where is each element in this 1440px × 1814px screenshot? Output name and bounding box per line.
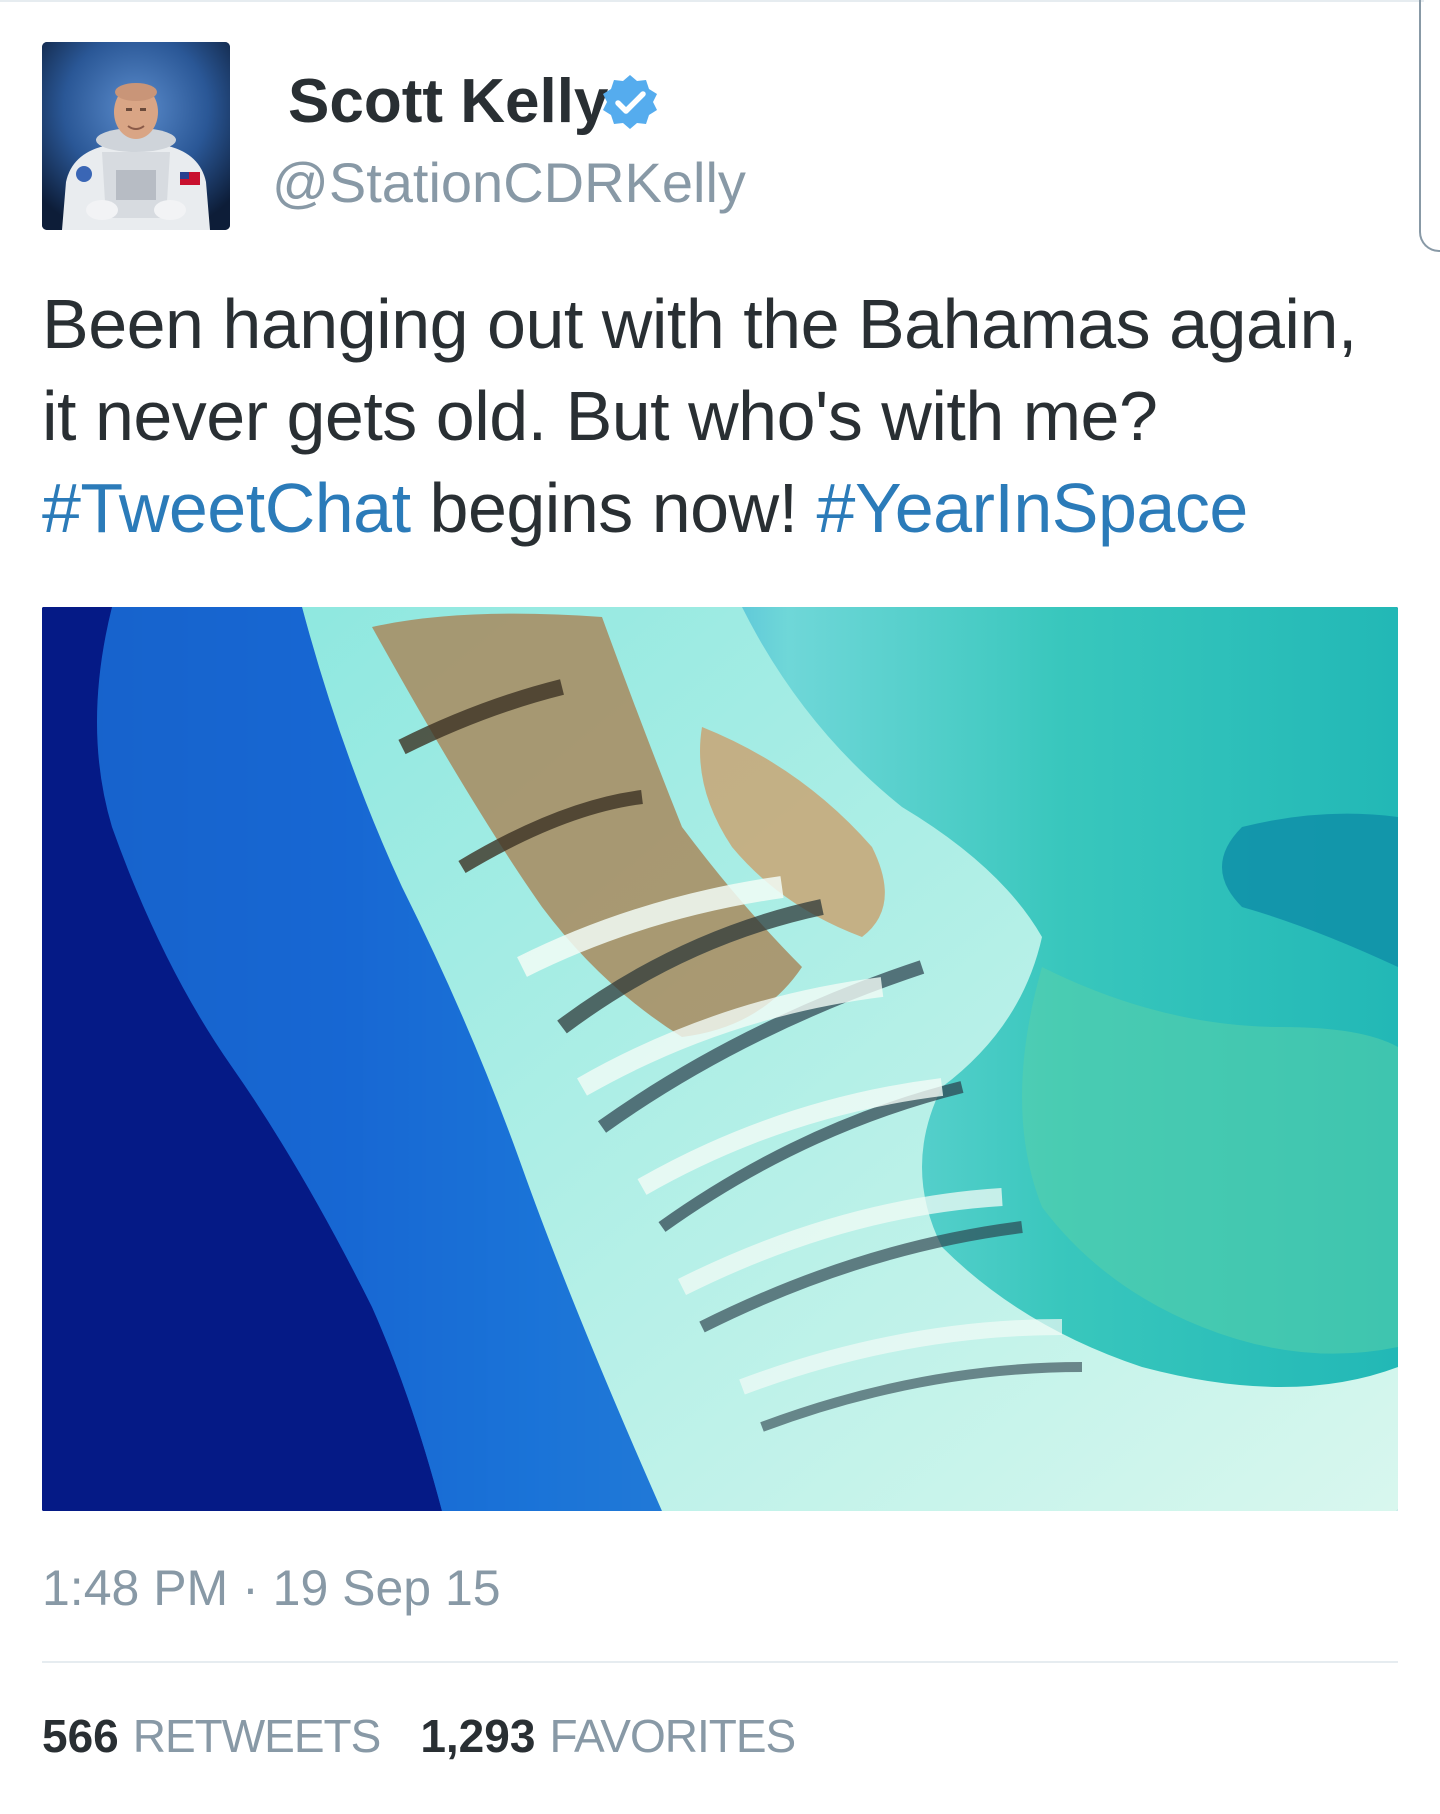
hashtag-tweetchat-link[interactable]: #TweetChat	[42, 469, 411, 547]
favorites-stat[interactable]: 1,293 FAVORITES	[420, 1706, 796, 1766]
author-name[interactable]: Scott Kelly	[288, 62, 608, 142]
tweet-text-line-1: Been hanging out with the Bahamas again,	[42, 285, 1357, 363]
retweets-stat[interactable]: 566 RETWEETS	[42, 1706, 382, 1766]
tweet-stats: 566 RETWEETS 1,293 FAVORITES	[42, 1706, 835, 1766]
avatar[interactable]	[42, 42, 230, 230]
favorites-count: 1,293	[420, 1710, 536, 1762]
verified-badge-icon	[600, 72, 660, 132]
tweet-text-line-3: #TweetChat begins now! #YearInSpace	[42, 462, 1402, 554]
scroll-edge	[1419, 0, 1440, 252]
retweets-label: RETWEETS	[132, 1710, 382, 1762]
tweet-timestamp[interactable]: 1:48 PM · 19 Sep 15	[42, 1556, 501, 1620]
tweet-text-line-2: it never gets old. But who's with me?	[42, 377, 1158, 455]
top-divider	[0, 0, 1424, 2]
tweet-text-middle: begins now!	[410, 469, 817, 547]
retweets-count: 566	[42, 1710, 119, 1762]
tweet-text: Been hanging out with the Bahamas again,…	[42, 278, 1402, 554]
hashtag-yearinspace-link[interactable]: #YearInSpace	[817, 469, 1249, 547]
tweet-photo[interactable]	[42, 607, 1398, 1511]
author-handle[interactable]: @StationCDRKelly	[272, 148, 746, 218]
favorites-label: FAVORITES	[549, 1710, 796, 1762]
stats-divider	[42, 1661, 1398, 1663]
